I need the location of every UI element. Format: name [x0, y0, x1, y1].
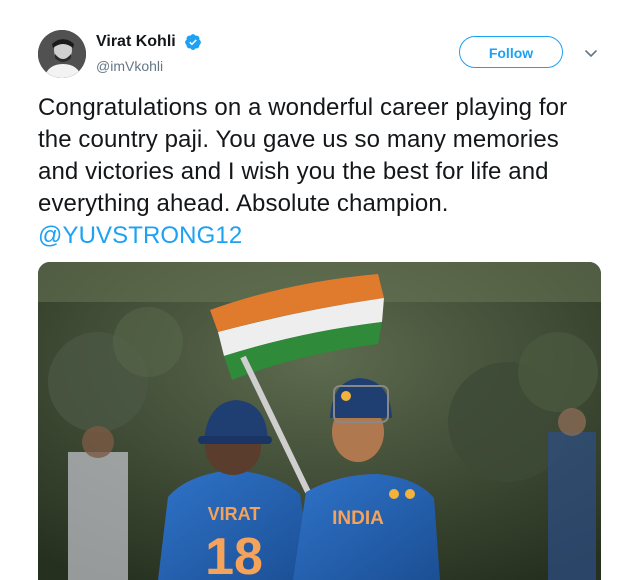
follow-button[interactable]: Follow — [459, 36, 563, 68]
tweet-card: Virat Kohli @imVkohli Follow Congratulat… — [0, 0, 638, 580]
jersey-name-left: VIRAT — [208, 504, 261, 524]
jersey-number-left: 18 — [205, 528, 263, 580]
author-name[interactable]: Virat Kohli — [96, 32, 176, 52]
author-names: Virat Kohli @imVkohli — [96, 32, 202, 74]
avatar[interactable] — [38, 30, 86, 78]
tweet-photo[interactable]: VIRAT 18 INDIA — [38, 262, 601, 580]
verified-badge-icon — [184, 33, 202, 51]
tweet-header: Virat Kohli @imVkohli Follow — [38, 30, 608, 80]
cricket-photo: VIRAT 18 INDIA — [38, 262, 601, 580]
jersey-name-right: INDIA — [332, 508, 384, 529]
mention-link[interactable]: @YUVSTRONG12 — [38, 222, 242, 249]
tweet-text: Congratulations on a wonderful career pl… — [38, 92, 598, 252]
chevron-down-icon[interactable] — [582, 44, 600, 62]
avatar-image — [38, 30, 86, 78]
tweet-body: Congratulations on a wonderful career pl… — [38, 94, 568, 217]
author-handle[interactable]: @imVkohli — [96, 58, 202, 74]
